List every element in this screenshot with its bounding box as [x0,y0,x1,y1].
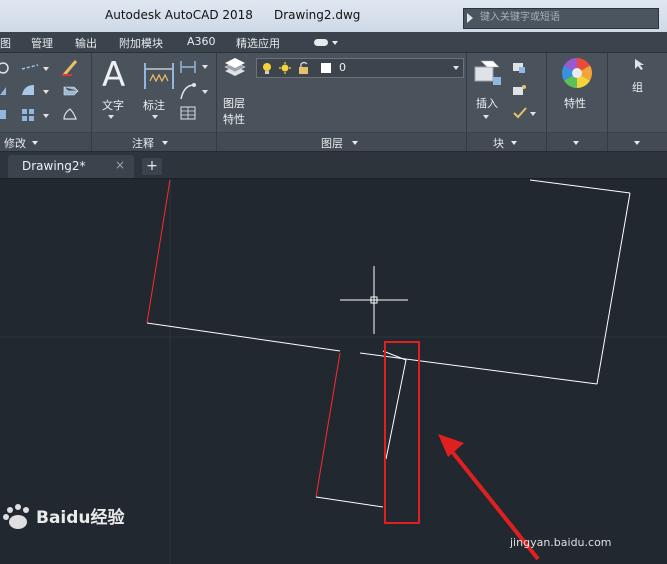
text-button-label[interactable]: 文字 [102,97,124,113]
fillet-icon[interactable] [22,85,34,95]
layer-properties-label-2[interactable]: 特性 [223,111,245,127]
search-expand-icon[interactable] [467,13,473,23]
color-swatch-icon[interactable] [321,63,331,73]
search-input[interactable] [478,10,656,25]
groups-panel: 组 [608,53,667,151]
dimension-icon[interactable] [142,57,176,93]
toggle-icon [314,39,328,46]
app-title: Autodesk AutoCAD 2018 [105,8,253,22]
bulb-icon[interactable] [263,63,271,71]
annotation-panel: A 文字 标注 注释 [92,53,217,151]
chevron-down-icon[interactable] [43,114,49,118]
group-icon[interactable] [632,57,648,71]
chevron-down-icon [332,41,338,45]
modify-panel-label: 修改 [4,137,26,150]
block-panel: 插入 块 [467,53,547,151]
attribute-icon[interactable] [513,107,527,119]
chevron-down-icon [453,66,459,70]
search-box[interactable] [463,8,659,29]
properties-button-label[interactable]: 特性 [564,95,586,111]
more-tabs-button[interactable] [314,38,340,48]
edit-block-icon[interactable] [513,87,523,95]
insert-button-label[interactable]: 插入 [476,95,498,111]
chevron-down-icon [162,141,168,145]
tab-drawing2-label: Drawing2* [22,159,86,173]
array-icon[interactable] [0,110,6,119]
grid-array-icon[interactable] [29,116,34,121]
tab-a360[interactable]: A360 [187,35,216,48]
tab-home[interactable]: 图 [0,35,11,51]
tab-output[interactable]: 输出 [75,35,97,51]
modify-panel-footer[interactable]: 修改 [0,132,91,151]
watermark-brand: Baidu经验 [36,507,126,528]
dimension-button-label[interactable]: 标注 [143,97,165,113]
layer-dropdown[interactable]: 0 [256,58,464,78]
drawing-canvas[interactable]: Baidu经验 jingyan.baidu.com [0,179,667,564]
chevron-down-icon [634,141,640,145]
annotation-panel-footer[interactable]: 注释 [92,132,216,151]
unlock-icon[interactable] [299,67,308,74]
annotation-tools [180,61,208,120]
tab-drawing2[interactable]: Drawing2* × [8,155,134,178]
linear-dim-icon[interactable] [180,61,196,73]
chevron-down-icon[interactable] [152,115,158,119]
annotation-panel-label: 注释 [132,137,154,150]
properties-panel-footer[interactable] [547,132,607,151]
properties-panel: 特性 [547,53,608,151]
close-icon[interactable]: × [115,158,125,172]
modify-tools [0,60,79,121]
sun-icon[interactable] [281,64,289,72]
block-tools [513,63,536,119]
triangle-tool-icon[interactable] [0,87,6,95]
tab-featured-apps[interactable]: 精选应用 [236,35,280,51]
new-tab-button[interactable]: + [142,158,162,175]
chevron-down-icon[interactable] [108,115,114,119]
chevron-down-icon[interactable] [43,67,49,71]
block-panel-label: 块 [493,137,504,150]
group-button-label[interactable]: 组 [632,79,643,95]
file-title: Drawing2.dwg [274,8,361,22]
circle-tool-icon[interactable] [0,62,9,74]
chevron-down-icon[interactable] [483,115,489,119]
current-layer-value: 0 [339,61,346,74]
layer-properties-label-1[interactable]: 图层 [223,95,245,111]
line-tool-icon[interactable] [21,64,39,70]
leader-icon[interactable] [180,84,195,100]
groups-panel-footer[interactable] [608,132,667,151]
small-rectangle [315,350,407,508]
3d-box-icon[interactable] [63,86,79,96]
brush-icon[interactable] [62,60,78,76]
insert-block-icon[interactable] [473,57,503,91]
block-panel-footer[interactable]: 块 [467,132,546,151]
crosshair-cursor [340,266,408,334]
chevron-down-icon [511,141,517,145]
color-wheel-icon[interactable] [561,57,593,89]
layer-properties-icon[interactable] [223,57,247,79]
watermark-url: jingyan.baidu.com [510,536,612,549]
layer-state-icons [263,61,331,74]
text-icon[interactable]: A [102,55,125,95]
offset-icon[interactable] [63,108,77,120]
baidu-watermark-logo: Baidu经验 [3,504,126,529]
chevron-down-icon [573,141,579,145]
ribbon: 修改 A 文字 标注 注释 图层 特性 0 图层 插入 块 特性 组 [0,53,667,174]
chevron-down-icon[interactable] [43,90,49,94]
tab-addins[interactable]: 附加模块 [119,35,163,51]
title-bar: Autodesk AutoCAD 2018 Drawing2.dwg [0,0,667,32]
ribbon-tabs: 图 管理 输出 附加模块 A360 精选应用 [0,32,667,53]
modify-panel: 修改 [0,53,92,151]
tab-manage[interactable]: 管理 [31,35,53,51]
chevron-down-icon [32,141,38,145]
document-tabs: Drawing2* × + [0,152,667,179]
highlight-box [384,341,420,524]
